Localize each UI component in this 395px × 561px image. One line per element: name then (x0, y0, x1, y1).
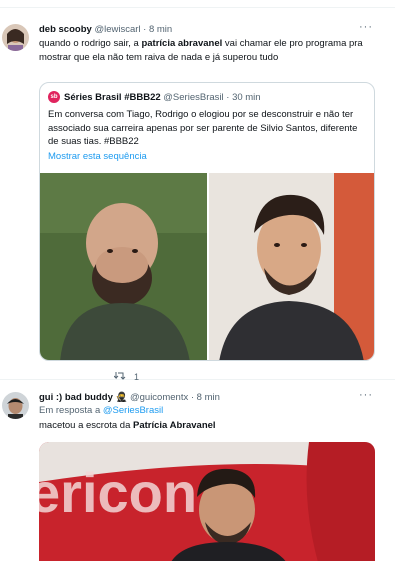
reply-to-handle[interactable]: @SeriesBrasil (103, 405, 163, 416)
tweet-text-bold: patrícia abravanel (141, 38, 223, 49)
tweet[interactable]: gui :) bad buddy 🥷 @guicomentx · 8 min ·… (0, 381, 395, 561)
separator: · (226, 91, 230, 103)
quoted-avatar[interactable]: sb (48, 91, 60, 103)
reply-prefix: Em resposta a (39, 405, 103, 416)
user-handle[interactable]: @lewiscarl (94, 24, 140, 35)
quoted-timestamp[interactable]: 30 min (232, 92, 261, 103)
tweet[interactable]: deb scooby @lewiscarl · 8 min ··· quando… (0, 10, 395, 382)
tweet-text-bold: Patrícia Abravanel (133, 420, 216, 431)
previous-tweet-divider (0, 0, 395, 8)
media-photo[interactable]: ericon (39, 442, 375, 561)
quoted-display-name[interactable]: Séries Brasil #BBB22 (64, 92, 161, 103)
separator: · (190, 392, 195, 403)
avatar[interactable] (2, 24, 29, 51)
tweet-header: gui :) bad buddy 🥷 @guicomentx · 8 min (39, 392, 220, 403)
timestamp[interactable]: 8 min (197, 392, 220, 403)
svg-text:ericon: ericon (39, 461, 197, 524)
show-thread-link[interactable]: Mostrar esta sequência (48, 151, 147, 162)
quoted-tweet-header: sb Séries Brasil #BBB22 @SeriesBrasil · … (48, 91, 261, 103)
media-photo-left[interactable] (40, 173, 207, 360)
tweet-text: quando o rodrigo sair, a patrícia abrava… (39, 37, 384, 65)
display-name[interactable]: gui :) bad buddy 🥷 (39, 392, 127, 403)
quoted-user-handle[interactable]: @SeriesBrasil (163, 92, 223, 103)
quoted-tweet[interactable]: sb Séries Brasil #BBB22 @SeriesBrasil · … (39, 82, 375, 361)
user-handle[interactable]: @guicomentx (130, 392, 188, 403)
quoted-tweet-text: Em conversa com Tiago, Rodrigo o elogiou… (48, 109, 358, 147)
avatar[interactable] (2, 392, 29, 419)
tweet-text: macetou a escrota da Patrícia Abravanel (39, 419, 384, 433)
media-photo-right[interactable] (209, 173, 374, 360)
more-options-icon[interactable]: ··· (359, 21, 373, 33)
tweet-text-part: quando o rodrigo sair, a (39, 38, 142, 49)
quoted-media[interactable] (40, 173, 374, 360)
separator: · (143, 24, 147, 35)
display-name[interactable]: deb scooby (39, 24, 92, 35)
more-options-icon[interactable]: ··· (359, 389, 373, 401)
tweet-header: deb scooby @lewiscarl · 8 min (39, 24, 172, 35)
reply-context: Em resposta a @SeriesBrasil (39, 405, 163, 416)
tweet-text-part: macetou a escrota da (39, 420, 133, 431)
timestamp[interactable]: 8 min (149, 24, 172, 35)
